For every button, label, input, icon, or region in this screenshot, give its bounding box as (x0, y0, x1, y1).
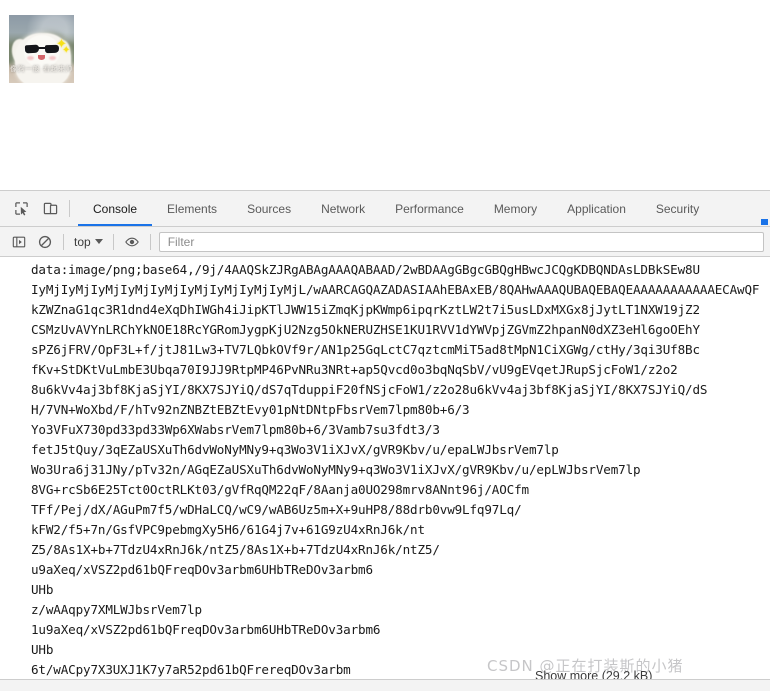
page-viewport: ✦ ✦ 像狗一般 看起来帅 (0, 0, 770, 190)
console-filter-bar: top (0, 227, 770, 257)
inspect-element-icon[interactable] (7, 191, 36, 226)
image-thumbnail[interactable]: ✦ ✦ 像狗一般 看起来帅 (9, 15, 74, 83)
animal-right-blush (49, 56, 56, 60)
filter-divider-1 (63, 233, 64, 250)
device-toolbar-icon[interactable] (36, 191, 65, 226)
devtools-bottom-strip (0, 679, 770, 691)
console-filter-field[interactable] (158, 231, 764, 252)
tab-security-label: Security (655, 201, 700, 216)
devtools-tab-list: Console Elements Sources Network Perform… (78, 191, 714, 226)
tab-performance[interactable]: Performance (380, 191, 479, 226)
tab-security[interactable]: Security (641, 191, 714, 226)
clear-console-icon[interactable] (32, 230, 58, 254)
live-expression-icon[interactable] (119, 230, 145, 254)
tab-sources[interactable]: Sources (232, 191, 306, 226)
base64-data-url-text: data:image/png;base64,/9j/4AAQSkZJRgABAg… (31, 262, 760, 690)
thumbnail-photo: ✦ ✦ 像狗一般 看起来帅 (9, 15, 74, 83)
sunglasses-left-lens (24, 44, 40, 54)
sparkle-icon-small: ✦ (62, 45, 71, 56)
execution-context-selector[interactable]: top (69, 233, 108, 251)
tab-application[interactable]: Application (552, 191, 641, 226)
toolbar-divider (69, 200, 70, 217)
thumbnail-caption: 像狗一般 看起来帅 (10, 65, 73, 73)
console-output[interactable]: data:image/png;base64,/9j/4AAQSkZJRgABAg… (0, 257, 770, 690)
filter-divider-2 (112, 233, 114, 250)
tab-memory[interactable]: Memory (479, 191, 552, 226)
chevron-down-icon (94, 239, 103, 244)
tab-network-label: Network (321, 201, 366, 216)
tab-performance-label: Performance (395, 201, 464, 216)
scroll-indicator (761, 219, 768, 225)
tab-memory-label: Memory (493, 201, 538, 216)
animal-left-blush (27, 56, 34, 60)
tab-application-label: Application (567, 201, 626, 216)
devtools-tabbar: Console Elements Sources Network Perform… (0, 191, 770, 227)
filter-divider-3 (149, 233, 151, 250)
animal-mouth (38, 55, 45, 60)
execution-context-value: top (74, 234, 91, 249)
screenshot-root: ✦ ✦ 像狗一般 看起来帅 Console Elements Sources N… (0, 0, 770, 691)
tab-elements[interactable]: Elements (152, 191, 232, 226)
sunglasses-icon (24, 44, 60, 54)
tab-console[interactable]: Console (78, 191, 153, 226)
console-sidebar-icon[interactable] (6, 230, 32, 254)
search-input[interactable] (165, 233, 757, 250)
tab-sources-label: Sources (247, 201, 292, 216)
tab-elements-label: Elements (167, 201, 218, 216)
devtools-panel: Console Elements Sources Network Perform… (0, 190, 770, 691)
tab-console-label: Console (93, 201, 138, 216)
tab-network[interactable]: Network (306, 191, 380, 226)
console-message[interactable]: data:image/png;base64,/9j/4AAQSkZJRgABAg… (0, 257, 770, 690)
